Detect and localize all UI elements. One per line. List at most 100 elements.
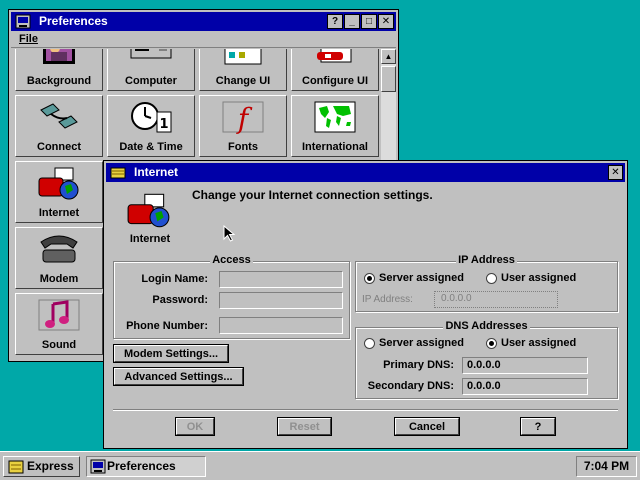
modem-settings-button[interactable]: Modem Settings...: [113, 344, 229, 363]
ok-label: OK: [176, 418, 214, 435]
tile-background[interactable]: Background: [15, 49, 103, 91]
menubar: File: [11, 32, 396, 48]
advanced-settings-label: Advanced Settings...: [114, 368, 243, 385]
start-label: Express: [27, 459, 74, 473]
tile-connect[interactable]: Connect: [15, 95, 103, 157]
internet-icon-label: Internet: [129, 233, 171, 245]
ip-user-radio[interactable]: User assigned: [486, 272, 576, 284]
separator: [113, 409, 618, 411]
password-input[interactable]: [219, 292, 343, 309]
radio-label: User assigned: [501, 272, 577, 284]
mouse-cursor-icon: [223, 225, 236, 242]
close-button[interactable]: ✕: [608, 165, 623, 180]
task-label: Preferences: [107, 459, 176, 473]
menu-file[interactable]: File: [19, 33, 38, 45]
internet-icon-frame: [118, 189, 178, 231]
tile-international[interactable]: International: [291, 95, 379, 157]
change-ui-icon: [224, 49, 262, 65]
phone-globe-icon: [127, 193, 170, 228]
ip-address-input[interactable]: 0.0.0.0: [434, 291, 558, 308]
close-button[interactable]: ✕: [378, 14, 394, 29]
internet-titlebar[interactable]: Internet ✕: [106, 163, 625, 182]
start-button[interactable]: Express: [3, 456, 80, 477]
tile-label: Computer: [125, 75, 177, 87]
password-label: Password:: [152, 294, 208, 306]
tile-label: Fonts: [228, 141, 258, 153]
tile-label: Configure UI: [302, 75, 368, 87]
preferences-titlebar[interactable]: Preferences ? _ □ ✕: [11, 12, 396, 31]
computer-icon[interactable]: [15, 14, 31, 29]
tile-label: Background: [26, 75, 92, 87]
scroll-thumb[interactable]: [381, 66, 396, 92]
dns-user-radio[interactable]: User assigned: [486, 337, 576, 349]
maximize-button[interactable]: □: [361, 14, 377, 29]
radio-dot: [364, 272, 375, 284]
dns-server-radio[interactable]: Server assigned: [364, 337, 464, 349]
clock-icon: 1: [131, 102, 172, 133]
access-group: Access Login Name: Password: Phone Numbe…: [113, 254, 350, 339]
radio-dot: [486, 337, 497, 349]
phone-label: Phone Number:: [126, 320, 208, 332]
ok-button[interactable]: OK: [175, 417, 215, 436]
connect-icon: [40, 103, 78, 129]
ip-field-label: IP Address:: [362, 294, 413, 305]
modem-settings-label: Modem Settings...: [114, 345, 228, 362]
ip-server-radio[interactable]: Server assigned: [364, 272, 464, 284]
dialog-description: Change your Internet connection settings…: [192, 188, 433, 202]
telephone-icon: [40, 235, 78, 263]
tile-modem[interactable]: Modem: [15, 227, 103, 289]
advanced-settings-button[interactable]: Advanced Settings...: [113, 367, 244, 386]
phone-globe-icon: [38, 167, 79, 200]
tile-label: Modem: [39, 273, 79, 285]
minimize-button[interactable]: _: [344, 14, 360, 29]
folder-icon[interactable]: [110, 165, 126, 180]
dns-title: DNS Addresses: [443, 320, 530, 332]
primary-dns-input[interactable]: 0.0.0.0: [462, 357, 588, 374]
ip-address-group: IP Address Server assigned User assigned…: [355, 254, 618, 312]
tile-date-time[interactable]: 1 Date & Time: [107, 95, 195, 157]
tile-computer[interactable]: Computer: [107, 49, 195, 91]
world-map-icon: [314, 101, 356, 133]
internet-dialog: Internet ✕ Internet Change your Internet…: [103, 160, 628, 449]
fonts-icon: f: [222, 101, 264, 134]
primary-dns-label: Primary DNS:: [383, 359, 454, 371]
tile-label: Date & Time: [119, 141, 183, 153]
preferences-title: Preferences: [39, 14, 108, 28]
tile-label: Internet: [38, 207, 80, 219]
help-button[interactable]: ?: [520, 417, 556, 436]
phone-input[interactable]: [219, 317, 343, 334]
ip-title: IP Address: [456, 254, 517, 266]
tile-change-ui[interactable]: Change UI: [199, 49, 287, 91]
svg-text:1: 1: [159, 117, 168, 132]
tile-label: Change UI: [215, 75, 271, 87]
tile-internet[interactable]: Internet: [15, 161, 103, 223]
radio-dot: [486, 272, 497, 284]
login-input[interactable]: [219, 271, 343, 288]
reset-button[interactable]: Reset: [277, 417, 332, 436]
tile-fonts[interactable]: f Fonts: [199, 95, 287, 157]
cancel-button[interactable]: Cancel: [394, 417, 460, 436]
access-title: Access: [210, 254, 253, 266]
secondary-dns-input[interactable]: 0.0.0.0: [462, 378, 588, 395]
help-button[interactable]: ?: [327, 14, 343, 29]
taskbar: Express Preferences 7:04 PM: [0, 451, 640, 480]
login-label: Login Name:: [141, 273, 208, 285]
secondary-dns-label: Secondary DNS:: [367, 380, 454, 392]
tile-label: Connect: [37, 141, 81, 153]
radio-label: Server assigned: [379, 272, 464, 284]
taskbar-preferences[interactable]: Preferences: [86, 456, 206, 477]
tile-configure-ui[interactable]: Configure UI: [291, 49, 379, 91]
computer-icon: [90, 459, 106, 474]
internet-title: Internet: [134, 165, 179, 179]
radio-label: User assigned: [501, 337, 577, 349]
configure-ui-icon: [317, 49, 352, 63]
scroll-up-icon[interactable]: ▲: [381, 49, 396, 64]
help-label: ?: [521, 418, 555, 435]
music-note-icon: [38, 299, 80, 331]
tile-label: Sound: [41, 339, 77, 351]
express-icon: [8, 460, 24, 474]
computer-tile-icon: [130, 49, 172, 59]
radio-dot: [364, 337, 375, 349]
tile-sound[interactable]: Sound: [15, 293, 103, 355]
background-icon: [43, 49, 75, 64]
